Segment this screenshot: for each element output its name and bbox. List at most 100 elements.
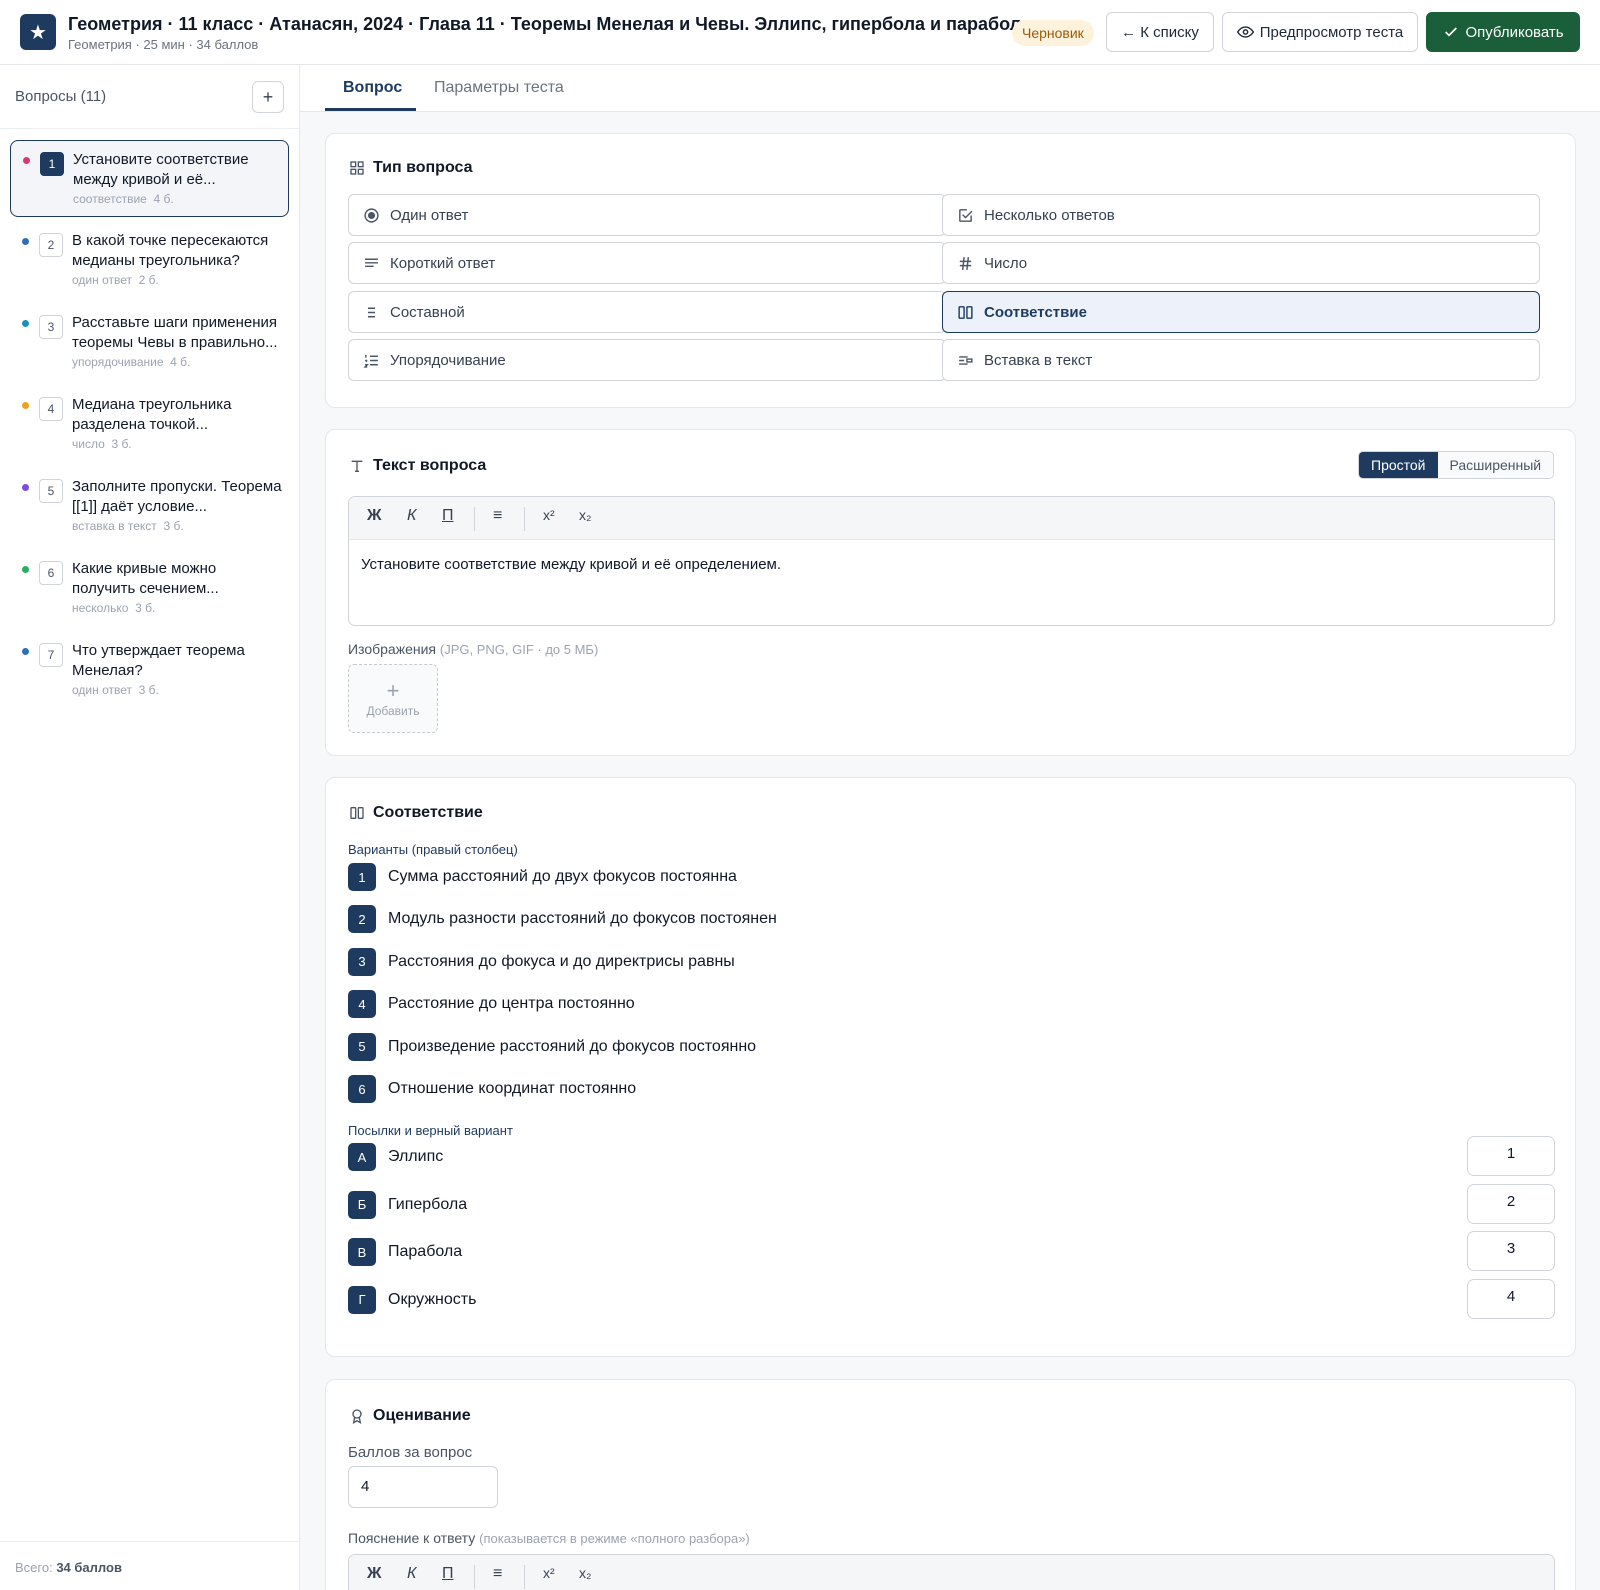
question-number: 5 bbox=[39, 479, 63, 503]
question-type-option[interactable]: Соответствие bbox=[942, 291, 1540, 333]
subscript-button[interactable]: x₂ bbox=[579, 507, 591, 523]
publish-button-label: Опубликовать bbox=[1465, 23, 1564, 41]
underline-button[interactable]: П bbox=[442, 507, 454, 525]
premise-text[interactable]: Гипербола bbox=[388, 1196, 467, 1214]
question-number: 1 bbox=[40, 152, 64, 176]
back-to-list-button[interactable]: ← К списку bbox=[1106, 12, 1214, 52]
question-preview-text: В какой точке пересекаются медианы треуг… bbox=[72, 232, 269, 269]
question-type-label: число bbox=[72, 437, 105, 451]
question-type-option-label: Вставка в текст bbox=[984, 351, 1093, 369]
question-type-option[interactable]: Один ответ bbox=[348, 194, 946, 236]
bold-button[interactable]: Ж bbox=[367, 507, 381, 525]
explanation-toolbar: Ж К П ≡ x² x₂ bbox=[349, 1555, 1554, 1590]
variant-item: 1 Сумма расстояний до двух фокусов постоя… bbox=[348, 863, 737, 891]
premise-answer-input[interactable]: 2 bbox=[1467, 1183, 1555, 1224]
matching-card: Соответствие Варианты (правый столбец) 1… bbox=[325, 777, 1576, 1357]
total-points: Всего: 34 баллов bbox=[15, 1560, 122, 1575]
explanation-editor: Ж К П ≡ x² x₂ bbox=[348, 1554, 1555, 1590]
list-button[interactable]: ≡ bbox=[493, 1565, 502, 1583]
ordered-list-icon bbox=[363, 352, 380, 369]
question-meta: число 3 б. bbox=[72, 437, 132, 451]
question-color-dot bbox=[22, 402, 29, 409]
question-list-item[interactable]: 3 Расставьте шаги применения теоремы Чевы… bbox=[10, 304, 289, 381]
matching-title-text: Соответствие bbox=[373, 804, 483, 821]
superscript-button[interactable]: x² bbox=[543, 1565, 555, 1581]
question-list-item[interactable]: 4 Медиана треугольника разделена точкой..… bbox=[10, 386, 289, 463]
active-tab-indicator bbox=[325, 108, 416, 111]
question-meta: соответствие 4 б. bbox=[73, 192, 174, 206]
question-points: 4 б. bbox=[153, 192, 174, 206]
question-list-item[interactable]: 7 Что утверждает теорема Менелая? один отв… bbox=[10, 632, 289, 709]
question-type-title: Тип вопроса bbox=[348, 159, 473, 177]
superscript-button[interactable]: x² bbox=[543, 507, 555, 523]
add-image-button[interactable]: + Добавить bbox=[348, 664, 438, 733]
mode-simple-button[interactable]: Простой bbox=[1359, 452, 1438, 478]
underline-button[interactable]: П bbox=[442, 1565, 454, 1583]
question-type-option[interactable]: Число bbox=[942, 242, 1540, 284]
mode-extended-button[interactable]: Расширенный bbox=[1437, 452, 1554, 478]
subscript-button[interactable]: x₂ bbox=[579, 1565, 591, 1581]
question-list-item[interactable]: 6 Какие кривые можно получить сечением...… bbox=[10, 550, 289, 627]
variant-text[interactable]: Отношение координат постоянно bbox=[388, 1080, 636, 1098]
toolbar-divider bbox=[474, 507, 475, 531]
question-type-option-label: Составной bbox=[390, 303, 465, 321]
question-type-title-text: Тип вопроса bbox=[373, 159, 473, 176]
question-type-option[interactable]: Вставка в текст bbox=[942, 339, 1540, 381]
images-label: Изображения (JPG, PNG, GIF · до 5 МБ) bbox=[348, 641, 598, 657]
question-type-option[interactable]: Упорядочивание bbox=[348, 339, 946, 381]
question-list-item[interactable]: 1 Установите соответствие между кривой и … bbox=[10, 140, 289, 217]
italic-button[interactable]: К bbox=[407, 507, 416, 525]
app-logo: ★ bbox=[20, 14, 56, 50]
question-color-dot bbox=[22, 566, 29, 573]
tab-question[interactable]: Вопрос bbox=[343, 79, 402, 97]
question-meta: упорядочивание 4 б. bbox=[72, 355, 190, 369]
premise-text[interactable]: Парабола bbox=[388, 1243, 462, 1261]
question-list-item[interactable]: 2 В какой точке пересекаются медианы треу… bbox=[10, 222, 289, 299]
preview-button-label: Предпросмотр теста bbox=[1259, 23, 1404, 41]
variant-number: 5 bbox=[348, 1032, 376, 1061]
premise-item: Г Окружность bbox=[348, 1285, 476, 1314]
question-type-option[interactable]: Короткий ответ bbox=[348, 242, 946, 284]
editor-toolbar: Ж К П ≡ x² x₂ bbox=[349, 497, 1554, 540]
question-type-option-label: Короткий ответ bbox=[390, 254, 496, 272]
premise-answer-input[interactable]: 1 bbox=[1467, 1136, 1555, 1176]
premise-answer-input[interactable]: 3 bbox=[1467, 1231, 1555, 1272]
list-button[interactable]: ≡ bbox=[493, 507, 502, 525]
add-image-label: Добавить bbox=[366, 703, 420, 718]
add-question-button[interactable]: + bbox=[252, 81, 284, 113]
premise-answer-input[interactable]: 4 bbox=[1467, 1278, 1555, 1319]
question-meta: несколько 3 б. bbox=[72, 601, 155, 615]
bold-button[interactable]: Ж bbox=[367, 1565, 381, 1583]
premise-letter: А bbox=[348, 1143, 376, 1171]
question-type-option-label: Несколько ответов bbox=[984, 206, 1115, 224]
variant-text[interactable]: Расстояния до фокуса и до директрисы рав… bbox=[388, 953, 735, 971]
tab-test-params[interactable]: Параметры теста bbox=[434, 79, 564, 97]
question-type-option[interactable]: Составной bbox=[348, 291, 946, 333]
question-preview-text: Медиана треугольника разделена точкой... bbox=[72, 396, 232, 433]
question-text-title-text: Текст вопроса bbox=[373, 457, 487, 474]
question-preview-text: Установите соответствие между кривой и е… bbox=[73, 151, 249, 188]
points-input[interactable]: 4 bbox=[348, 1466, 498, 1508]
total-value: 34 баллов bbox=[56, 1560, 122, 1575]
question-type-label: упорядочивание bbox=[72, 355, 164, 369]
premise-letter: Г bbox=[348, 1285, 376, 1314]
variant-text[interactable]: Произведение расстояний до фокусов посто… bbox=[388, 1038, 756, 1056]
variant-text[interactable]: Сумма расстояний до двух фокусов постоян… bbox=[388, 868, 737, 886]
premise-text[interactable]: Эллипс bbox=[388, 1148, 443, 1166]
question-text-editor: Ж К П ≡ x² x₂ Установите соответствие ме… bbox=[348, 496, 1555, 626]
question-type-card: Тип вопроса Один ответ Несколько ответов К… bbox=[325, 133, 1576, 408]
grading-title: Оценивание bbox=[348, 1407, 471, 1425]
question-text-input[interactable]: Установите соответствие между кривой и е… bbox=[349, 540, 1554, 589]
preview-test-button[interactable]: Предпросмотр теста bbox=[1222, 12, 1418, 52]
italic-button[interactable]: К bbox=[407, 1565, 416, 1583]
premise-text[interactable]: Окружность bbox=[388, 1291, 476, 1309]
variant-text[interactable]: Модуль разности расстояний до фокусов по… bbox=[388, 910, 777, 928]
question-type-option[interactable]: Несколько ответов bbox=[942, 194, 1540, 236]
eye-icon bbox=[1236, 24, 1254, 41]
plus-icon: + bbox=[386, 677, 400, 703]
publish-button[interactable]: Опубликовать bbox=[1426, 12, 1580, 52]
variant-text[interactable]: Расстояние до центра постоянно bbox=[388, 995, 635, 1013]
question-type-label: вставка в текст bbox=[72, 519, 157, 533]
checkbox-icon bbox=[957, 207, 974, 224]
question-list-item[interactable]: 5 Заполните пропуски. Теорема [[1]] даёт … bbox=[10, 468, 289, 545]
